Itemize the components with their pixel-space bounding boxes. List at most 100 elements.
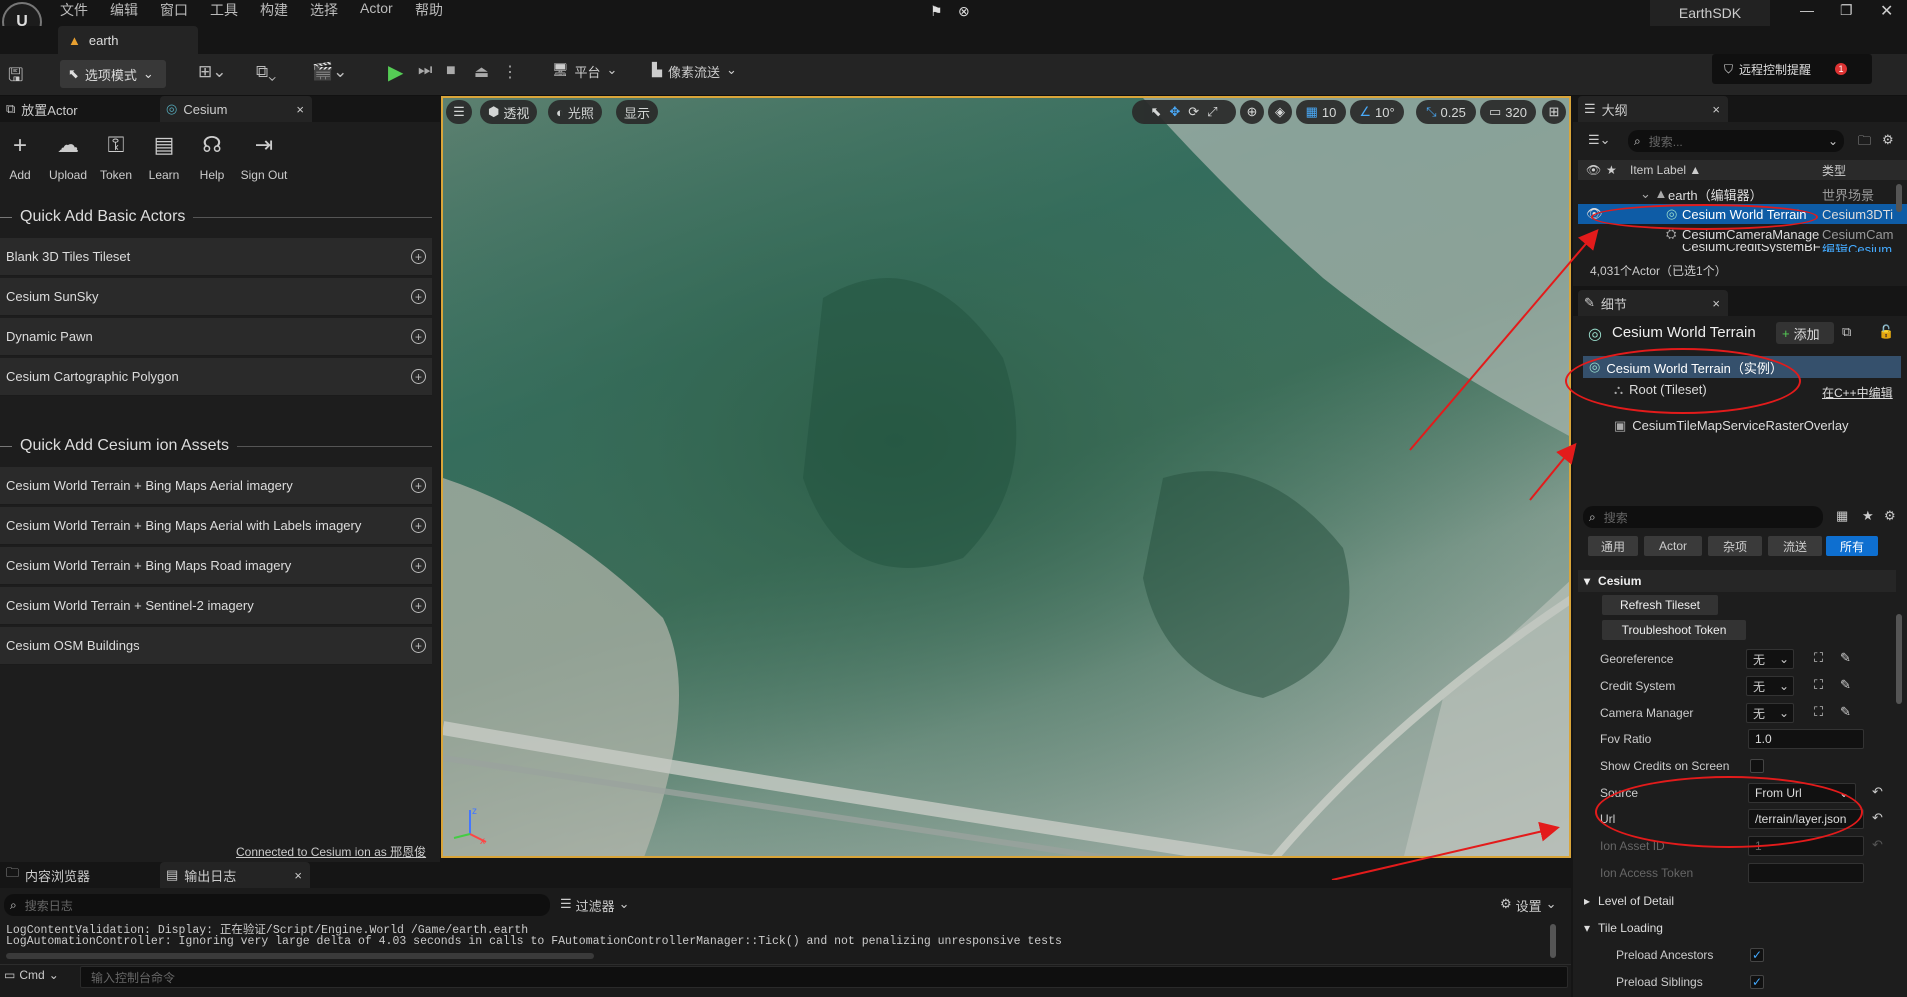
tool-add[interactable]: Add: [4, 168, 36, 182]
play-icon[interactable]: ▶: [388, 60, 403, 85]
filter-tab-actor[interactable]: Actor: [1644, 536, 1702, 556]
stop-icon[interactable]: ■: [446, 62, 456, 80]
blueprint-icon[interactable]: ⧉: [1842, 324, 1851, 340]
list-item[interactable]: Cesium OSM Buildings +: [0, 627, 432, 665]
camera-manager-dropdown[interactable]: 无 ⌄: [1746, 703, 1794, 723]
add-circle-icon[interactable]: +: [411, 638, 426, 653]
eyedropper-icon[interactable]: ✎: [1840, 704, 1851, 720]
lock-icon[interactable]: 🔓: [1878, 324, 1894, 340]
blueprint-icon[interactable]: ⧉⌄: [256, 62, 276, 82]
section-basic-actors[interactable]: Quick Add Basic Actors: [0, 208, 432, 226]
list-item[interactable]: Cesium World Terrain + Bing Maps Aerial …: [0, 507, 432, 545]
fov-ratio-input[interactable]: 1.0: [1748, 729, 1864, 749]
scale-icon[interactable]: ⤢: [1207, 104, 1217, 120]
gear-icon[interactable]: ⚙: [1884, 508, 1896, 524]
add-circle-icon[interactable]: +: [411, 478, 426, 493]
add-circle-icon[interactable]: +: [411, 558, 426, 573]
move-icon[interactable]: ✥: [1169, 104, 1180, 120]
list-item[interactable]: Cesium World Terrain + Bing Maps Aerial …: [0, 467, 432, 505]
tool-sign-out[interactable]: Sign Out: [236, 168, 292, 182]
snap-surface-icon[interactable]: ◈: [1268, 100, 1292, 124]
horizontal-scrollbar[interactable]: [6, 953, 594, 959]
camera-speed-button[interactable]: ▭ 320: [1480, 100, 1536, 124]
eyedropper-icon[interactable]: ✎: [1840, 677, 1851, 693]
select-cursor-icon[interactable]: ⬉: [1150, 104, 1161, 120]
tab-content-browser[interactable]: 🗀 内容浏览器: [0, 862, 160, 888]
star-icon[interactable]: ★: [1862, 508, 1874, 524]
tool-upload[interactable]: Upload: [46, 168, 90, 182]
preload-ancestors-checkbox[interactable]: ✓: [1750, 948, 1764, 962]
col-item-label[interactable]: Item Label ▲: [1630, 163, 1701, 177]
cmd-dropdown[interactable]: ▭ Cmd ⌄: [4, 968, 59, 982]
eye-icon[interactable]: 👁: [1586, 163, 1601, 177]
menu-actor[interactable]: Actor: [360, 0, 393, 16]
star-icon[interactable]: ★: [1606, 163, 1617, 177]
add-circle-icon[interactable]: +: [411, 329, 426, 344]
log-search-input[interactable]: ⌕ 搜索日志: [4, 894, 550, 916]
browse-icon[interactable]: ⛶: [1814, 704, 1823, 720]
list-item[interactable]: Cesium SunSky +: [0, 278, 432, 316]
category-lod[interactable]: ▸ Level of Detail: [1578, 890, 1896, 912]
category-tile-loading[interactable]: ▾ Tile Loading: [1578, 917, 1896, 939]
close-icon[interactable]: ×: [296, 102, 304, 117]
col-type[interactable]: 类型: [1822, 162, 1846, 179]
vertical-scrollbar[interactable]: [1896, 184, 1902, 212]
close-icon[interactable]: ×: [1712, 296, 1720, 311]
tool-learn[interactable]: Learn: [144, 168, 184, 182]
browse-icon[interactable]: ⛶: [1814, 677, 1823, 693]
tab-place-actor[interactable]: ⧉ 放置Actor: [0, 96, 160, 122]
remote-control-button[interactable]: ⛉ 远程控制提醒 1: [1712, 54, 1872, 84]
hamburger-icon[interactable]: ☰: [446, 100, 472, 124]
level-tab[interactable]: ▲ earth: [58, 26, 198, 54]
cinematics-icon[interactable]: 🎬⌄: [312, 62, 347, 82]
menu-build[interactable]: 构建: [260, 0, 288, 20]
minimize-icon[interactable]: —: [1800, 2, 1814, 18]
preload-siblings-checkbox[interactable]: ✓: [1750, 975, 1764, 989]
filter-tab-misc[interactable]: 杂项: [1708, 536, 1762, 556]
perspective-button[interactable]: ⬢ 透视: [480, 100, 538, 124]
section-ion-assets[interactable]: Quick Add Cesium ion Assets: [0, 437, 432, 455]
grid-snap-button[interactable]: ▦ 10: [1296, 100, 1346, 124]
filter-tab-streaming[interactable]: 流送: [1768, 536, 1822, 556]
credit-system-dropdown[interactable]: 无 ⌄: [1746, 676, 1794, 696]
georeference-dropdown[interactable]: 无 ⌄: [1746, 649, 1794, 669]
table-view-icon[interactable]: ▦: [1836, 508, 1848, 524]
tab-cesium[interactable]: ◎ Cesium ×: [160, 96, 312, 122]
tab-output-log[interactable]: ▤ 输出日志 ×: [160, 862, 310, 888]
eyedropper-icon[interactable]: ✎: [1840, 650, 1851, 666]
troubleshoot-token-button[interactable]: Troubleshoot Token: [1602, 620, 1746, 640]
add-component-button[interactable]: + 添加: [1776, 322, 1834, 344]
console-input[interactable]: 输入控制台命令: [80, 966, 1568, 988]
edit-in-cpp-link[interactable]: 在C++中编辑: [1822, 384, 1893, 401]
menu-tools[interactable]: 工具: [210, 0, 238, 20]
add-folder-icon[interactable]: 🗀: [1858, 132, 1871, 154]
pixel-stream-dropdown[interactable]: ▙ 像素流送 ⌄: [652, 62, 737, 81]
help-icon[interactable]: ☊: [196, 132, 228, 158]
reset-icon[interactable]: ↶: [1872, 784, 1883, 800]
list-item[interactable]: Cesium World Terrain + Sentinel-2 imager…: [0, 587, 432, 625]
ion-access-token-input[interactable]: [1748, 863, 1864, 883]
browse-icon[interactable]: ⛶: [1814, 650, 1823, 666]
list-item[interactable]: Blank 3D Tiles Tileset +: [0, 238, 432, 276]
lit-button[interactable]: ◐ 光照: [548, 100, 602, 124]
add-circle-icon[interactable]: +: [411, 518, 426, 533]
outliner-search-input[interactable]: ⌕ 搜索... ⌄: [1628, 130, 1844, 152]
close-circle-icon[interactable]: ⊗: [958, 3, 970, 20]
add-circle-icon[interactable]: +: [411, 289, 426, 304]
category-cesium[interactable]: ▾ Cesium: [1578, 570, 1896, 592]
tool-token[interactable]: Token: [96, 168, 136, 182]
learn-icon[interactable]: ▤: [148, 132, 180, 158]
add-content-icon[interactable]: ⊞⌄: [198, 62, 227, 82]
step-icon[interactable]: ⏭: [418, 62, 432, 80]
add-circle-icon[interactable]: +: [411, 598, 426, 613]
filter-icon[interactable]: ☰⌄: [1588, 132, 1611, 148]
reset-icon[interactable]: ↶: [1872, 837, 1883, 853]
add-icon[interactable]: +: [6, 132, 34, 160]
menu-window[interactable]: 窗口: [160, 0, 188, 20]
vertical-scrollbar[interactable]: [1896, 614, 1902, 704]
gear-icon[interactable]: ⚙: [1882, 132, 1894, 148]
filter-tab-all[interactable]: 所有: [1826, 536, 1878, 556]
key-icon[interactable]: ⚿: [100, 132, 132, 158]
eject-icon[interactable]: ⏏: [474, 62, 489, 82]
angle-snap-button[interactable]: ∠ 10°: [1350, 100, 1404, 124]
